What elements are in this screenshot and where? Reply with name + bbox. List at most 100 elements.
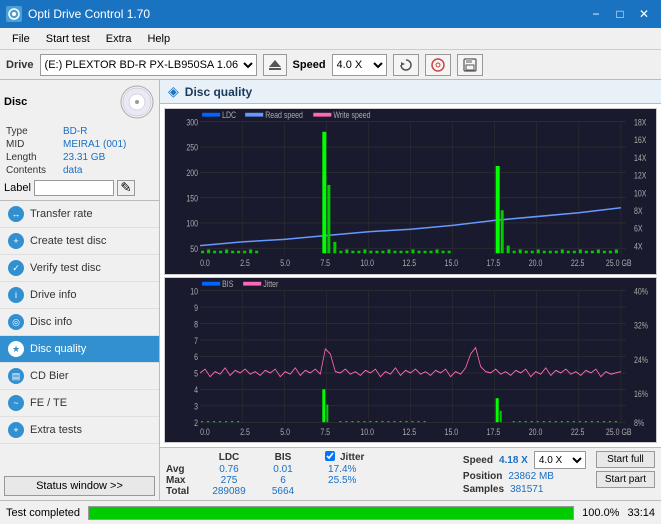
close-button[interactable]: ✕ <box>633 4 655 24</box>
svg-text:LDC: LDC <box>222 110 236 120</box>
create-test-disc-label: Create test disc <box>30 235 106 247</box>
position-row: Position 23862 MB <box>463 471 586 482</box>
menu-help[interactable]: Help <box>139 31 178 47</box>
svg-text:22.5: 22.5 <box>571 427 585 437</box>
disc-image-icon <box>119 84 155 120</box>
cd-bier-icon: ▤ <box>8 368 24 384</box>
total-bis-value: 5664 <box>256 486 310 497</box>
svg-text:10.0: 10.0 <box>360 258 374 268</box>
drive-label: Drive <box>6 59 34 71</box>
menu-extra[interactable]: Extra <box>98 31 140 47</box>
samples-label: Samples <box>463 484 504 495</box>
label-edit-button[interactable]: ✎ <box>117 180 135 196</box>
avg-ldc-value: 0.76 <box>202 464 256 475</box>
contents-value: data <box>63 165 153 176</box>
speed-position-panel: Speed 4.18 X 4.0 X Position 23862 MB Sam… <box>463 451 586 495</box>
svg-text:20.0: 20.0 <box>529 427 543 437</box>
disc-header: Disc <box>4 84 155 120</box>
speed-stat-value: 4.18 X <box>499 455 528 466</box>
fe-te-icon: ~ <box>8 395 24 411</box>
sidebar-item-create-test-disc[interactable]: + Create test disc <box>0 228 159 255</box>
svg-text:100: 100 <box>186 219 198 229</box>
extra-tests-label: Extra tests <box>30 424 82 436</box>
refresh-button[interactable] <box>393 54 419 76</box>
sidebar-item-cd-bier[interactable]: ▤ CD Bier <box>0 363 159 390</box>
drive-info-icon: i <box>8 287 24 303</box>
max-row: Max 275 6 25.5% <box>166 475 364 486</box>
sidebar-item-extra-tests[interactable]: + Extra tests <box>0 417 159 444</box>
top-chart-svg: 300 250 200 150 100 50 18X 16X 14X 12X 1… <box>165 109 656 274</box>
title-bar-controls: − □ ✕ <box>585 4 655 24</box>
avg-row: Avg 0.76 0.01 17.4% <box>166 464 364 475</box>
status-text: Test completed <box>6 507 80 519</box>
svg-text:22.5: 22.5 <box>571 258 585 268</box>
svg-text:16%: 16% <box>634 389 648 399</box>
app-icon <box>6 6 22 22</box>
fe-te-label: FE / TE <box>30 397 67 409</box>
svg-text:16X: 16X <box>634 135 647 145</box>
disc-mid-row: MID MEIRA1 (001) <box>6 139 153 150</box>
start-buttons: Start full Start part <box>596 451 655 488</box>
eject-button[interactable] <box>263 54 287 76</box>
stats-table: LDC BIS Jitter Avg <box>166 451 453 497</box>
max-label: Max <box>166 475 202 486</box>
maximize-button[interactable]: □ <box>609 4 631 24</box>
disc-data-table: Type BD-R MID MEIRA1 (001) Length 23.31 … <box>4 124 155 178</box>
jitter-col-header: Jitter <box>340 451 364 464</box>
stats-data-table: LDC BIS Jitter Avg <box>166 451 364 497</box>
svg-text:20.0: 20.0 <box>529 258 543 268</box>
title-bar: Opti Drive Control 1.70 − □ ✕ <box>0 0 661 28</box>
speed-stat-select[interactable]: 4.0 X <box>534 451 586 469</box>
svg-text:Read speed: Read speed <box>265 110 303 120</box>
svg-text:2: 2 <box>194 418 198 428</box>
label-field-label: Label <box>4 182 31 194</box>
status-window-button[interactable]: Status window >> <box>4 476 155 496</box>
disc-button[interactable] <box>425 54 451 76</box>
type-label: Type <box>6 126 61 137</box>
menu-bar: File Start test Extra Help <box>0 28 661 50</box>
svg-text:10.0: 10.0 <box>360 427 374 437</box>
drive-select[interactable]: (E:) PLEXTOR BD-R PX-LB950SA 1.06 <box>40 54 257 76</box>
disc-type-row: Type BD-R <box>6 126 153 137</box>
menu-file[interactable]: File <box>4 31 38 47</box>
svg-text:0.0: 0.0 <box>200 258 210 268</box>
verify-test-disc-icon: ✓ <box>8 260 24 276</box>
svg-text:150: 150 <box>186 194 198 204</box>
samples-row: Samples 381571 <box>463 484 586 495</box>
svg-text:0.0: 0.0 <box>200 427 210 437</box>
app-title: Opti Drive Control 1.70 <box>28 7 150 21</box>
start-part-button[interactable]: Start part <box>596 471 655 488</box>
sidebar-item-fe-te[interactable]: ~ FE / TE <box>0 390 159 417</box>
svg-text:25.0 GB: 25.0 GB <box>606 258 632 268</box>
label-row: Label ✎ <box>4 180 155 196</box>
sidebar-item-transfer-rate[interactable]: ↔ Transfer rate <box>0 201 159 228</box>
svg-text:9: 9 <box>194 303 198 313</box>
sidebar-item-drive-info[interactable]: i Drive info <box>0 282 159 309</box>
svg-text:7: 7 <box>194 336 198 346</box>
stats-row: LDC BIS Jitter Avg <box>166 451 655 497</box>
jitter-checkbox[interactable] <box>325 451 335 461</box>
svg-text:Jitter: Jitter <box>263 279 278 289</box>
start-full-button[interactable]: Start full <box>596 451 655 468</box>
label-input[interactable] <box>34 180 114 196</box>
svg-text:3: 3 <box>194 401 198 411</box>
create-test-disc-icon: + <box>8 233 24 249</box>
speed-select[interactable]: 4.0 X 2.0 X 8.0 X <box>332 54 387 76</box>
menu-start-test[interactable]: Start test <box>38 31 98 47</box>
disc-quality-title: Disc quality <box>185 85 252 99</box>
svg-text:12X: 12X <box>634 171 647 181</box>
save-button[interactable] <box>457 54 483 76</box>
svg-text:5.0: 5.0 <box>280 427 290 437</box>
minimize-button[interactable]: − <box>585 4 607 24</box>
svg-text:5: 5 <box>194 368 198 378</box>
status-bar: Test completed 100.0% 33:14 <box>0 500 661 524</box>
stats-header-row: LDC BIS Jitter <box>166 451 364 464</box>
sidebar-item-disc-quality[interactable]: ★ Disc quality <box>0 336 159 363</box>
ldc-col-header: LDC <box>202 451 256 464</box>
max-bis-value: 6 <box>256 475 310 486</box>
sidebar: Disc Type BD-R MID MEIRA1 (001) <box>0 80 160 500</box>
svg-text:50: 50 <box>190 244 198 254</box>
sidebar-item-disc-info[interactable]: ◎ Disc info <box>0 309 159 336</box>
sidebar-item-verify-test-disc[interactable]: ✓ Verify test disc <box>0 255 159 282</box>
progress-bar-container <box>88 506 574 520</box>
